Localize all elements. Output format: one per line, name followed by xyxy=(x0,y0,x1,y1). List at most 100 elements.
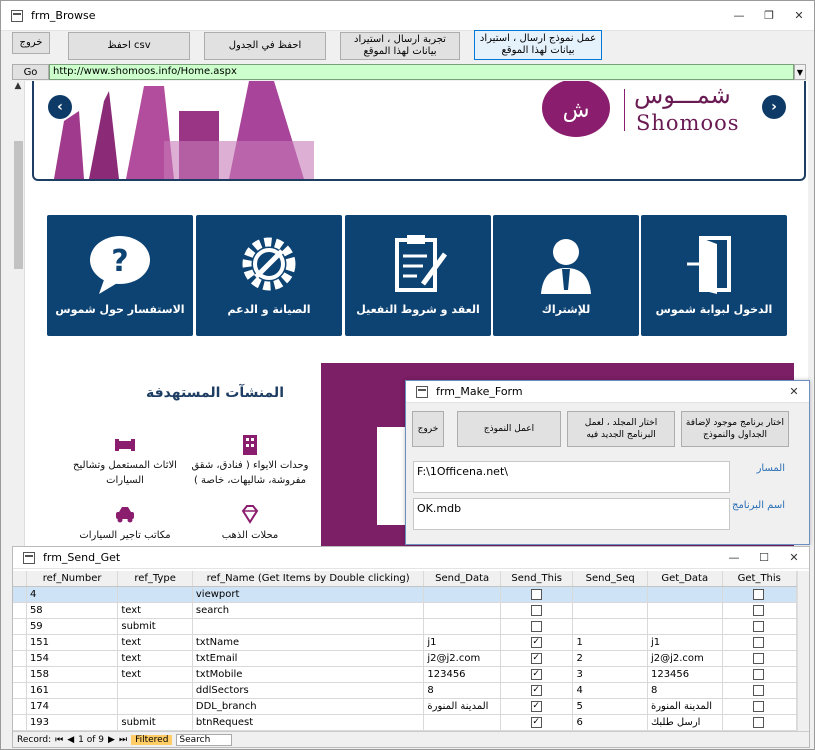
cell-send-data[interactable]: j2@j2.com xyxy=(424,651,501,666)
cell-ref-name[interactable]: txtEmail xyxy=(193,651,425,666)
cell-send-seq[interactable]: 5 xyxy=(573,699,648,714)
url-input[interactable]: http://www.shomoos.info/Home.aspx xyxy=(49,64,794,80)
test-send-button[interactable]: تجربة ارسال ، استيراد بيانات لهذا الموقع xyxy=(340,32,460,60)
cell-get-this[interactable] xyxy=(723,683,798,698)
cell-send-this[interactable]: ✓ xyxy=(501,699,574,714)
send-this-checkbox[interactable]: ✓ xyxy=(530,653,542,664)
cell-ref-type[interactable]: text xyxy=(118,635,193,650)
row-selector[interactable] xyxy=(13,667,27,682)
table-row[interactable]: 154 text txtEmail j2@j2.com ✓ 2 j2@j2.com xyxy=(13,651,798,667)
cell-get-data[interactable]: j1 xyxy=(648,635,723,650)
cell-get-data[interactable]: 8 xyxy=(648,683,723,698)
exit-button[interactable]: خروج xyxy=(12,32,50,54)
cell-ref-type[interactable] xyxy=(118,683,193,698)
column-header[interactable]: Get_This xyxy=(723,571,798,586)
cell-ref-name[interactable]: search xyxy=(193,603,425,618)
prev-record-icon[interactable]: ◀ xyxy=(67,735,74,745)
close-icon[interactable]: ✕ xyxy=(784,2,814,30)
cell-get-data[interactable]: المدينة المنورة xyxy=(648,699,723,714)
row-selector[interactable] xyxy=(13,651,27,666)
url-dropdown-icon[interactable]: ▼ xyxy=(794,64,806,80)
get-this-checkbox[interactable] xyxy=(753,669,765,680)
next-record-icon[interactable]: ▶ xyxy=(108,735,115,745)
cell-ref-number[interactable]: 151 xyxy=(27,635,119,650)
first-record-icon[interactable]: ⏮ xyxy=(55,735,63,745)
cell-send-data[interactable] xyxy=(424,715,501,730)
browser-scrollbar[interactable]: ▲ xyxy=(12,81,25,546)
close-icon[interactable]: ✕ xyxy=(779,548,809,568)
cell-send-seq[interactable] xyxy=(573,619,648,634)
make-model-button[interactable]: اعمل النموذج xyxy=(457,411,561,447)
send-this-checkbox[interactable] xyxy=(530,621,542,632)
column-header[interactable]: Get_Data xyxy=(648,571,723,586)
column-header[interactable]: Send_This xyxy=(501,571,574,586)
send-this-checkbox[interactable]: ✓ xyxy=(530,637,542,648)
program-name-input[interactable]: OK.mdb xyxy=(413,498,730,530)
cell-get-this[interactable] xyxy=(723,699,798,714)
pick-folder-button[interactable]: اختار المجلد ، لعمل البرنامج الجديد فيه xyxy=(567,411,675,447)
cell-ref-number[interactable]: 193 xyxy=(27,715,119,730)
cell-ref-name[interactable]: ddlSectors xyxy=(193,683,425,698)
get-this-checkbox[interactable] xyxy=(753,589,765,600)
cell-ref-number[interactable]: 59 xyxy=(27,619,119,634)
cell-get-this[interactable] xyxy=(723,619,798,634)
cell-send-seq[interactable]: 6 xyxy=(573,715,648,730)
minimize-icon[interactable]: — xyxy=(719,548,749,568)
cell-send-this[interactable] xyxy=(501,619,574,634)
datasheet-scrollbar[interactable] xyxy=(797,571,809,731)
tile-login[interactable]: الدخول لبوابة شموس xyxy=(641,215,787,336)
send-this-checkbox[interactable]: ✓ xyxy=(530,685,542,696)
cell-ref-number[interactable]: 4 xyxy=(27,587,119,602)
cell-send-data[interactable]: المدينة المنورة xyxy=(424,699,501,714)
cell-get-data[interactable] xyxy=(648,619,723,634)
send-this-checkbox[interactable]: ✓ xyxy=(530,701,542,712)
cell-get-this[interactable] xyxy=(723,651,798,666)
cell-send-data[interactable]: 123456 xyxy=(424,667,501,682)
send-this-checkbox[interactable] xyxy=(530,605,542,616)
cell-send-data[interactable]: 8 xyxy=(424,683,501,698)
cell-send-this[interactable] xyxy=(501,587,574,602)
cell-send-seq[interactable]: 2 xyxy=(573,651,648,666)
get-this-checkbox[interactable] xyxy=(753,637,765,648)
slider-prev-icon[interactable]: ‹ xyxy=(48,95,72,119)
cell-get-this[interactable] xyxy=(723,715,798,730)
cell-get-this[interactable] xyxy=(723,587,798,602)
row-selector[interactable] xyxy=(13,715,27,730)
save-csv-button[interactable]: احفظ csv xyxy=(68,32,190,60)
table-row[interactable]: 161 ddlSectors 8 ✓ 4 8 xyxy=(13,683,798,699)
send-this-checkbox[interactable]: ✓ xyxy=(530,669,542,680)
cell-send-seq[interactable]: 3 xyxy=(573,667,648,682)
tile-subscribe[interactable]: للإشتراك xyxy=(493,215,639,336)
cell-ref-type[interactable]: submit xyxy=(118,619,193,634)
make-form-exit-button[interactable]: خروج xyxy=(412,411,444,447)
row-selector[interactable] xyxy=(13,619,27,634)
filtered-badge[interactable]: Filtered xyxy=(131,734,173,745)
cell-ref-number[interactable]: 158 xyxy=(27,667,119,682)
table-row[interactable]: 193 submit btnRequest ✓ 6 ارسل طلبك xyxy=(13,715,798,731)
cell-send-seq[interactable]: 4 xyxy=(573,683,648,698)
row-selector[interactable] xyxy=(13,699,27,714)
cell-send-seq[interactable]: 1 xyxy=(573,635,648,650)
cell-get-this[interactable] xyxy=(723,635,798,650)
cell-ref-number[interactable]: 58 xyxy=(27,603,119,618)
tile-inquiry[interactable]: ? الاستفسار حول شموس xyxy=(47,215,193,336)
path-input[interactable]: F:\1Officena.net\ xyxy=(413,461,730,493)
cell-ref-type[interactable]: text xyxy=(118,651,193,666)
restore-icon[interactable]: ❐ xyxy=(754,2,784,30)
cell-send-data[interactable] xyxy=(424,619,501,634)
get-this-checkbox[interactable] xyxy=(753,605,765,616)
get-this-checkbox[interactable] xyxy=(753,717,765,728)
cell-get-this[interactable] xyxy=(723,667,798,682)
cell-send-seq[interactable] xyxy=(573,603,648,618)
restore-icon[interactable]: ☐ xyxy=(749,548,779,568)
scroll-thumb[interactable] xyxy=(14,141,23,269)
column-header[interactable]: ref_Number xyxy=(27,571,119,586)
pick-existing-program-button[interactable]: اختار برنامج موجود لإضافة الجداول والنمو… xyxy=(681,411,789,447)
cell-ref-name[interactable] xyxy=(193,619,425,634)
cell-send-data[interactable] xyxy=(424,587,501,602)
cell-ref-number[interactable]: 161 xyxy=(27,683,119,698)
cell-send-this[interactable]: ✓ xyxy=(501,667,574,682)
row-selector[interactable] xyxy=(13,603,27,618)
cell-send-seq[interactable] xyxy=(573,587,648,602)
row-selector[interactable] xyxy=(13,587,27,602)
